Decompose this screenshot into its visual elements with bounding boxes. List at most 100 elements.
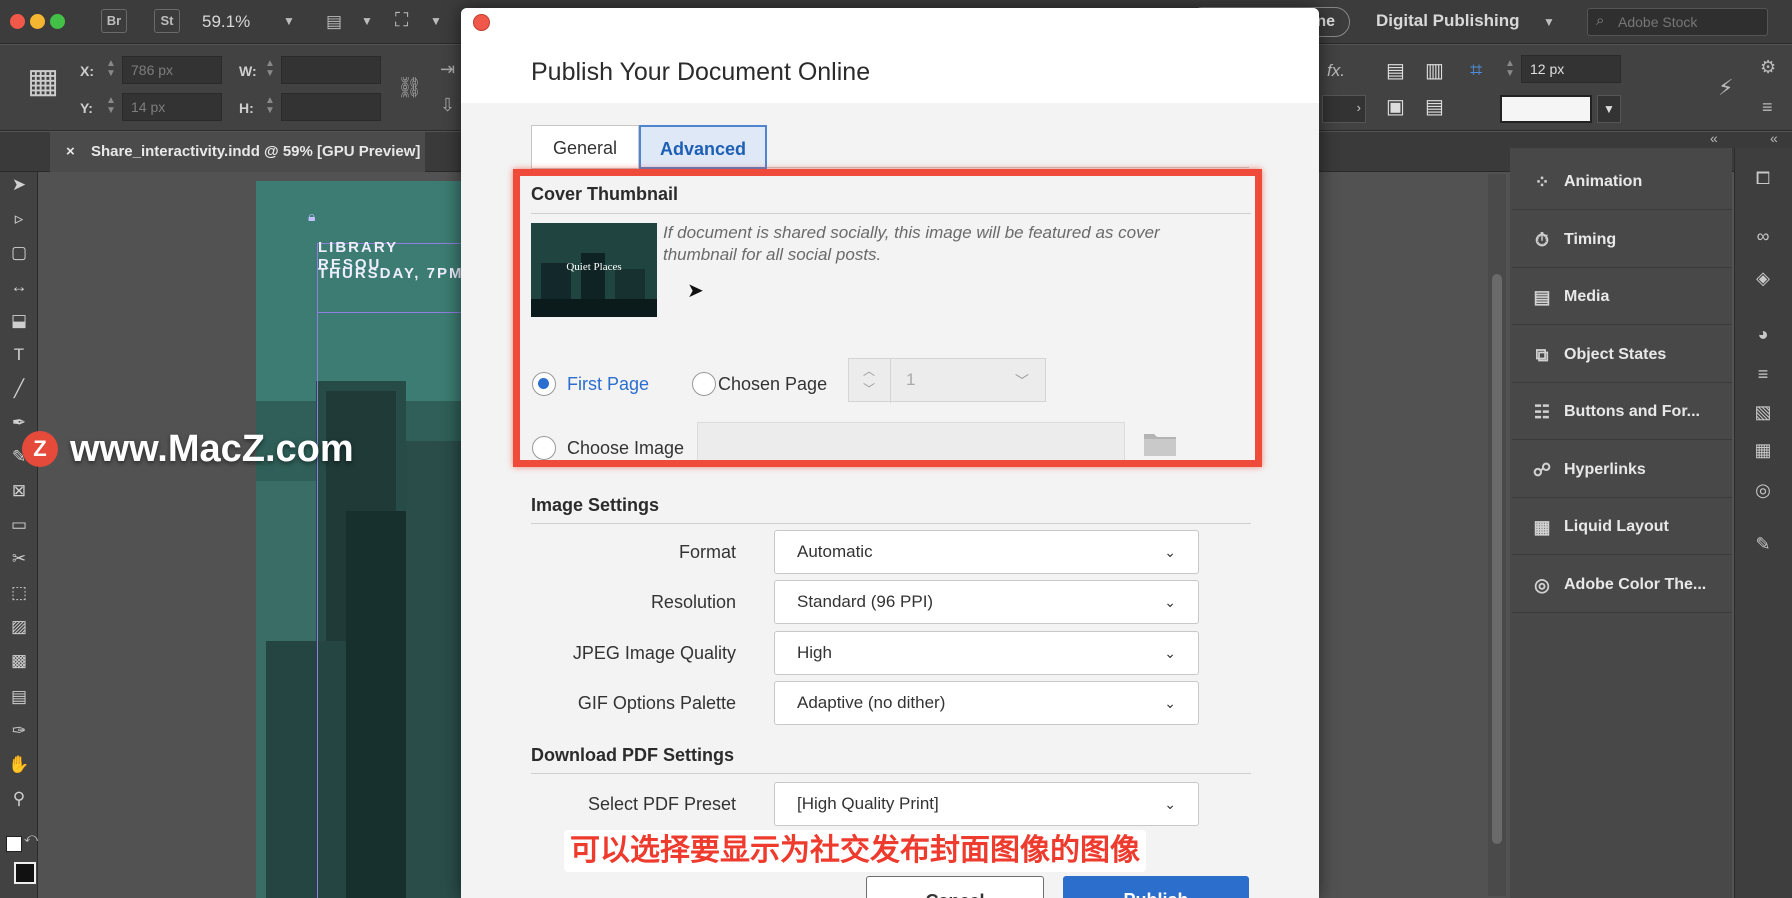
paragraph-styles-icon[interactable]: ✎	[1748, 534, 1778, 555]
reference-point-icon[interactable]: ▦	[27, 61, 59, 101]
color-panel-icon[interactable]: ▧	[1748, 402, 1778, 423]
fill-swatch[interactable]	[6, 836, 22, 852]
menu-icon[interactable]: ≡	[1762, 97, 1773, 118]
pen-tool-icon[interactable]: ✒	[6, 410, 32, 436]
x-field[interactable]: 786 px	[122, 56, 222, 84]
gif-palette-select[interactable]: Adaptive (no dither) ⌄	[774, 681, 1199, 725]
bridge-button[interactable]: Br	[101, 9, 127, 33]
wrap-around-icon[interactable]: ▥	[1425, 58, 1444, 83]
wrap-next-icon[interactable]: ▤	[1425, 94, 1444, 119]
type-tool-icon[interactable]: T	[6, 342, 32, 368]
h-stepper[interactable]: ▲ ▼	[263, 96, 277, 116]
gradient-panel-icon[interactable]: ▦	[1748, 440, 1778, 461]
stock-button[interactable]: St	[154, 9, 180, 33]
y-stepper[interactable]: ▲ ▼	[104, 96, 118, 116]
frame-fitting-icon[interactable]: ⌗	[1470, 57, 1482, 83]
w-label: W:	[239, 63, 257, 79]
panel-liquid-layout[interactable]: ▦ Liquid Layout	[1512, 499, 1732, 555]
direct-selection-tool-icon[interactable]: ▹	[6, 206, 32, 232]
scrollbar-thumb[interactable]	[1492, 274, 1502, 844]
x-stepper[interactable]: ▲ ▼	[104, 59, 118, 79]
resolution-select[interactable]: Standard (96 PPI) ⌄	[774, 580, 1199, 624]
constrain-link-icon[interactable]: ⛓	[397, 75, 422, 100]
fx-icon[interactable]: fx.	[1327, 61, 1345, 81]
chevron-down-icon[interactable]: ▼	[430, 14, 442, 28]
rectangle-tool-icon[interactable]: ▭	[6, 512, 32, 538]
panel-adobe-color[interactable]: ◎ Adobe Color The...	[1512, 557, 1732, 613]
pdf-preset-select[interactable]: [High Quality Print] ⌄	[774, 782, 1199, 826]
zoom-level[interactable]: 59.1%	[202, 12, 250, 32]
vertical-scrollbar[interactable]	[1488, 174, 1506, 896]
note-tool-icon[interactable]: ▤	[6, 684, 32, 710]
stroke-weight-stepper[interactable]: ▲ ▼	[1503, 59, 1517, 79]
tab-general[interactable]: General	[531, 125, 639, 169]
cc-libraries-icon[interactable]: ◎	[1748, 480, 1778, 501]
tab-advanced[interactable]: Advanced	[639, 125, 767, 169]
panel-object-states[interactable]: ⧉ Object States	[1512, 327, 1732, 383]
dialog-close-button[interactable]	[473, 14, 490, 31]
document-tab[interactable]: × Share_interactivity.indd @ 59% [GPU Pr…	[50, 132, 425, 172]
panel-buttons-forms[interactable]: ☷ Buttons and For...	[1512, 384, 1732, 440]
zoom-tool-icon[interactable]: ⚲	[6, 786, 32, 812]
gradient-tool-icon[interactable]: ▨	[6, 614, 32, 640]
hand-tool-icon[interactable]: ✋	[6, 752, 32, 778]
h-field[interactable]	[281, 93, 381, 121]
chevron-down-icon[interactable]: ▼	[283, 14, 295, 28]
swatches-panel-icon[interactable]: ◕	[1748, 324, 1778, 345]
screen-mode-icon[interactable]: ⛶	[395, 10, 408, 32]
swap-colors-icon[interactable]: ⤺	[24, 830, 38, 846]
panel-timing[interactable]: ⏱ Timing	[1512, 212, 1732, 268]
tools-panel: ➤ ▹ ▢ ↔ ⬓ T ╱ ✒ ✎ ⊠ ▭ ✂ ⬚ ▨ ▩ ▤ ✑ ✋ ⚲ ⤺	[0, 172, 38, 898]
panel-animation[interactable]: ⁘ Animation	[1512, 154, 1732, 210]
gear-icon[interactable]: ⚙	[1760, 57, 1776, 78]
y-field[interactable]: 14 px	[122, 93, 222, 121]
align-icon[interactable]: ⇩	[440, 95, 455, 116]
publish-button[interactable]: Publish	[1063, 876, 1249, 898]
panel-hyperlinks[interactable]: ☍ Hyperlinks	[1512, 442, 1732, 498]
pages-panel-icon[interactable]: ⧠	[1748, 168, 1778, 189]
chevron-down-icon[interactable]: ▼	[361, 14, 373, 28]
document-page[interactable]: LIBRARY RESOU THURSDAY, 7PM 🔒︎	[256, 181, 466, 898]
collapse-panel-icon[interactable]: «	[1710, 130, 1718, 146]
selection-tool-icon[interactable]: ➤	[6, 172, 32, 198]
stroke-swatch[interactable]	[14, 862, 36, 884]
format-select[interactable]: Automatic ⌄	[774, 530, 1199, 574]
eyedropper-tool-icon[interactable]: ✑	[6, 718, 32, 744]
layers-panel-icon[interactable]: ◈	[1748, 268, 1778, 289]
view-options-icon[interactable]: ▤	[326, 12, 342, 32]
rectangle-frame-tool-icon[interactable]: ⊠	[6, 478, 32, 504]
wrap-icon[interactable]: ▤	[1386, 58, 1405, 83]
stroke-weight-field[interactable]: 12 px	[1521, 55, 1621, 83]
close-icon[interactable]: ×	[66, 143, 75, 160]
free-transform-tool-icon[interactable]: ⬚	[6, 580, 32, 606]
w-stepper[interactable]: ▲ ▼	[263, 59, 277, 79]
panel-media[interactable]: ▤ Media	[1512, 269, 1732, 325]
stroke-type-field[interactable]: ›	[1322, 95, 1366, 123]
subtitle-caption: 可以选择要显示为社交发布封面图像的图像	[564, 830, 1146, 872]
cancel-button[interactable]: Cancel	[866, 876, 1044, 898]
chevron-down-icon[interactable]: ▼	[1597, 95, 1621, 123]
scale-icon[interactable]: ⇥	[440, 59, 455, 80]
gradient-feather-tool-icon[interactable]: ▩	[6, 648, 32, 674]
links-panel-icon[interactable]: ∞	[1748, 226, 1778, 247]
workspace-switcher[interactable]: Digital Publishing	[1376, 11, 1520, 31]
w-field[interactable]	[281, 56, 381, 84]
window-close-button[interactable]	[10, 14, 25, 29]
content-collector-icon[interactable]: ⬓	[6, 308, 32, 334]
line-tool-icon[interactable]: ╱	[6, 376, 32, 402]
lightning-icon[interactable]: ⚡︎	[1718, 75, 1733, 101]
stroke-panel-icon[interactable]: ≡	[1748, 364, 1778, 385]
stroke-style-swatch[interactable]	[1500, 95, 1592, 123]
gap-tool-icon[interactable]: ↔	[6, 274, 32, 300]
page-tool-icon[interactable]: ▢	[6, 240, 32, 266]
window-minimize-button[interactable]	[30, 14, 45, 29]
wrap-jump-icon[interactable]: ▣	[1386, 94, 1405, 119]
adobe-stock-search[interactable]: ⌕ Adobe Stock	[1587, 8, 1768, 36]
window-zoom-button[interactable]	[50, 14, 65, 29]
chevron-down-icon: ⌄	[1164, 695, 1176, 711]
jpeg-quality-select[interactable]: High ⌄	[774, 631, 1199, 675]
scissors-tool-icon[interactable]: ✂	[6, 546, 32, 572]
chevron-down-icon[interactable]: ▼	[1543, 15, 1555, 29]
collapse-strip-icon[interactable]: «	[1770, 130, 1778, 146]
chevron-down-icon: ⌄	[1164, 544, 1176, 560]
